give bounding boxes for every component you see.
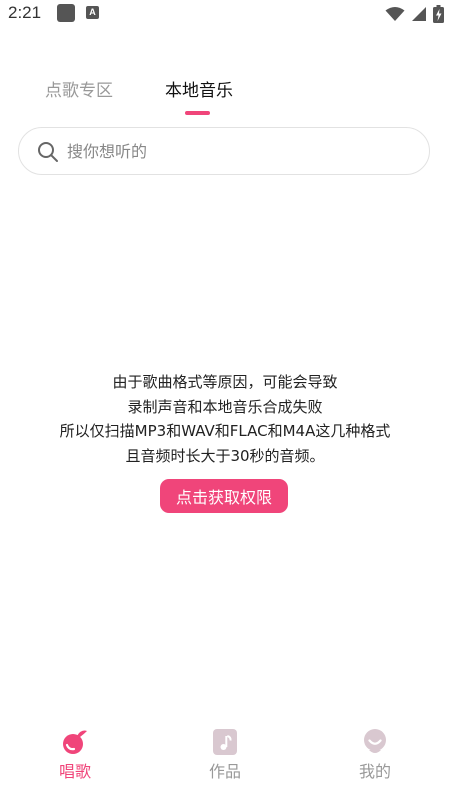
get-permission-button[interactable]: 点击获取权限 [160,479,288,513]
nav-item-sing[interactable]: 唱歌 [25,720,125,790]
wifi-icon [385,7,405,21]
nav-label-sing: 唱歌 [58,762,91,781]
tab-song-zone[interactable]: 点歌专区 [45,76,113,101]
profile-icon [364,729,386,753]
works-icon [213,729,237,755]
search-bar[interactable] [18,127,430,175]
status-time: 2:21 [8,3,42,22]
notice-line: 由于歌曲格式等原因，可能会导致 [112,373,338,391]
status-bar: 2:21 A [0,0,450,28]
bottom-nav: 唱歌 作品 我的 [0,720,450,796]
notice-line: 且音频时长大于30秒的音频。 [125,446,325,465]
status-icons [385,4,444,24]
battery-icon [433,5,444,23]
tab-bar: 点歌专区 本地音乐 [0,72,450,116]
tab-local-music[interactable]: 本地音乐 [165,76,233,101]
nav-item-works[interactable]: 作品 [175,720,275,790]
nav-item-mine[interactable]: 我的 [325,720,425,790]
cell-signal-icon [412,7,426,21]
notice-line: 所以仅扫描MP3和WAV和FLAC和M4A这几种格式 [59,422,391,440]
format-notice: 由于歌曲格式等原因，可能会导致 录制声音和本地音乐合成失败 所以仅扫描MP3和W… [0,370,450,468]
nav-label-mine: 我的 [358,762,391,781]
notification-badge: A [86,6,99,19]
sing-icon [63,730,87,754]
active-tab-indicator [185,111,210,115]
notification-icon [57,4,75,22]
nav-label-works: 作品 [208,762,241,781]
notice-line: 录制声音和本地音乐合成失败 [127,397,323,416]
search-input[interactable] [67,137,397,165]
search-icon [38,142,58,162]
